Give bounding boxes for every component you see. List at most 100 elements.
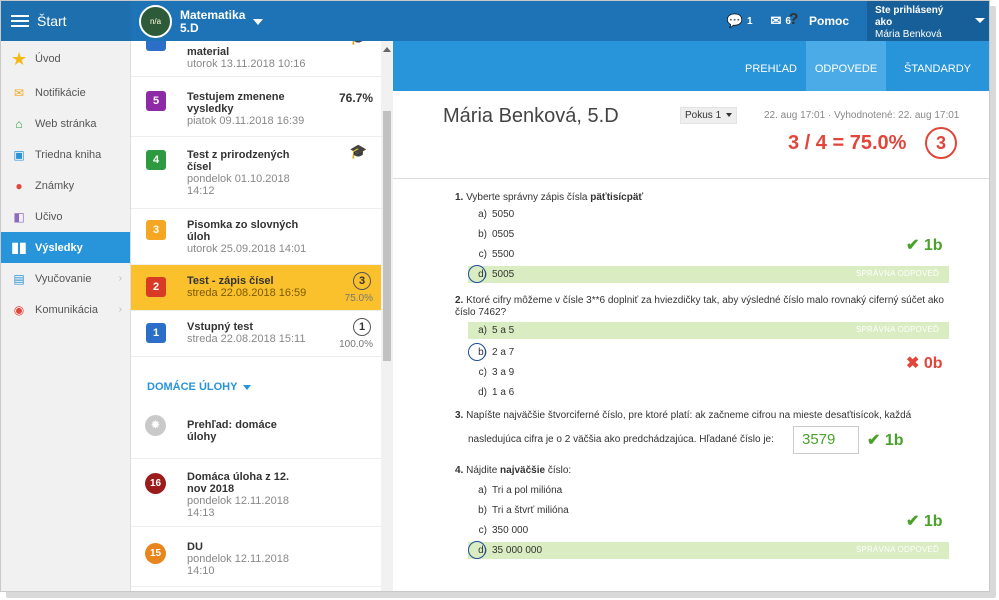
sidebar-item-uvod[interactable]: ★ Úvod bbox=[1, 41, 130, 77]
answer-letter: c) bbox=[478, 367, 487, 378]
answer-option[interactable]: c) 350 000 bbox=[473, 522, 529, 539]
list-item[interactable]: material utorok 13.11.2018 10:16 🎓 bbox=[131, 41, 381, 77]
sidebar-item-triedna-kniha[interactable]: ▣ Triedna kniha bbox=[1, 139, 130, 170]
item-number-badge: 15 bbox=[145, 543, 166, 564]
teaching-icon: ▤ bbox=[13, 271, 25, 286]
item-title: Vstupný test bbox=[187, 321, 254, 333]
list-item[interactable]: 5 Testujem zmenene vysledky piatok 09.11… bbox=[131, 77, 381, 137]
points-value: 1b bbox=[923, 237, 943, 254]
answer-text: 3 a 9 bbox=[492, 367, 515, 378]
hamburger-icon bbox=[11, 15, 29, 27]
item-date: pondelok 01.10.2018 14:12 bbox=[187, 173, 290, 197]
sidebar-item-web-stranka[interactable]: ⌂ Web stránka bbox=[1, 108, 130, 139]
sidebar-item-label: Výsledky bbox=[35, 241, 83, 254]
graduation-cap-icon: 🎓 bbox=[350, 41, 367, 46]
app-window: Štart n/a Matematika 5.D 💬 1 ✉ 6 ?Pomoc bbox=[0, 0, 990, 592]
sidebar-item-label: Úvod bbox=[35, 53, 61, 65]
scroll-thumb[interactable] bbox=[383, 111, 391, 361]
star-icon: ★ bbox=[10, 48, 28, 69]
question-number: 3. bbox=[455, 410, 464, 421]
sidebar-item-ucivo[interactable]: ◧ Učivo bbox=[1, 201, 130, 232]
chevron-down-icon bbox=[975, 18, 985, 23]
homework-title: DOMÁCE ÚLOHY bbox=[147, 381, 238, 393]
item-date: utorok 13.11.2018 10:16 bbox=[187, 58, 306, 70]
answer-option[interactable]: c) 5500 bbox=[473, 246, 515, 263]
answer-input[interactable]: 3579 bbox=[793, 426, 859, 454]
start-button[interactable]: Štart bbox=[1, 1, 131, 41]
sidebar-item-notifikacie[interactable]: ✉ Notifikácie bbox=[1, 77, 130, 108]
item-date: pondelok 12.11.2018 14:10 bbox=[187, 553, 289, 577]
list-item[interactable]: 4 Test z prirodzených čísel pondelok 01.… bbox=[131, 137, 381, 209]
homework-section-toggle[interactable]: DOMÁCE ÚLOHY bbox=[147, 381, 252, 393]
answer-letter: c) bbox=[478, 525, 487, 536]
help-button[interactable]: ? Pomoc bbox=[789, 12, 849, 29]
answer-option-correct[interactable]: a) 5 a 5 bbox=[473, 322, 514, 339]
homework-item[interactable]: ✹ Prehľad: domáce úlohy bbox=[131, 403, 381, 459]
materials-icon: ◧ bbox=[13, 209, 25, 224]
item-date: streda 22.08.2018 16:59 bbox=[187, 287, 307, 299]
selected-answer-mark bbox=[468, 265, 486, 283]
question-2: 2. Ktoré cifry môžeme v čísle 3**6 dopln… bbox=[455, 295, 955, 319]
homework-item[interactable]: 15 DU pondelok 12.11.2018 14:10 bbox=[131, 527, 381, 587]
divider bbox=[393, 178, 989, 179]
answer-option[interactable]: c) 3 a 9 bbox=[473, 364, 515, 381]
check-icon: ✔ bbox=[906, 513, 920, 530]
correct-answer-bar: SPRÁVNA ODPOVEĎ bbox=[468, 322, 949, 339]
attempt-select[interactable]: Pokus 1 bbox=[680, 107, 738, 124]
answer-text: 0505 bbox=[492, 229, 515, 240]
total-score-badge: 3 bbox=[925, 127, 957, 159]
tab-prehlad[interactable]: PREHĽAD bbox=[736, 41, 806, 91]
sidebar-item-vyucovanie[interactable]: ▤ Vyučovanie › bbox=[1, 263, 130, 294]
question-keyword: najväčšie bbox=[500, 465, 546, 476]
scroll-up-icon[interactable] bbox=[383, 47, 391, 52]
home-icon: ⌂ bbox=[15, 116, 23, 131]
list-item[interactable]: 1 Vstupný test streda 22.08.2018 15:11 1… bbox=[131, 311, 381, 357]
answer-option[interactable]: b) 0505 bbox=[473, 226, 514, 243]
homework-item[interactable]: 16 Domáca úloha z 12. nov 2018 pondelok … bbox=[131, 459, 381, 527]
sidebar-item-label: Učivo bbox=[35, 210, 63, 223]
evaluation-meta: 22. aug 17:01 · Vyhodnotené: 22. aug 17:… bbox=[764, 110, 960, 121]
list-scrollbar[interactable] bbox=[381, 41, 393, 591]
sidebar-item-label: Známky bbox=[35, 179, 75, 192]
list-item-selected[interactable]: 2 Test - zápis čísel streda 22.08.2018 1… bbox=[131, 265, 381, 311]
question-points: ✔ 1b bbox=[906, 235, 943, 255]
item-number-badge: 4 bbox=[146, 150, 166, 170]
answer-option[interactable]: a) Tri a pol milióna bbox=[473, 482, 562, 499]
answer-option[interactable]: d) 1 a 6 bbox=[473, 384, 514, 401]
item-title: Test - zápis čísel bbox=[187, 275, 274, 287]
tab-odpovede[interactable]: ODPOVEDE bbox=[806, 41, 886, 91]
messages-button[interactable]: 💬 1 bbox=[727, 13, 753, 29]
sidebar-item-znamky[interactable]: ● Známky bbox=[1, 170, 130, 201]
points-value: 1b bbox=[923, 513, 943, 530]
grades-icon: ● bbox=[15, 178, 23, 193]
points-value: 0b bbox=[923, 355, 943, 372]
bar-chart-icon: ▮▮ bbox=[11, 239, 27, 255]
tab-standardy[interactable]: ŠTANDARDY bbox=[890, 41, 985, 91]
question-points: ✔ 1b bbox=[867, 430, 904, 450]
sidebar-item-vysledky[interactable]: ▮▮ Výsledky bbox=[1, 232, 130, 263]
answer-text: 5005 bbox=[492, 269, 515, 280]
item-date: piatok 09.11.2018 16:39 bbox=[187, 115, 305, 127]
list-item[interactable]: 3 Pisomka zo slovných úloh utorok 25.09.… bbox=[131, 209, 381, 265]
user-menu[interactable]: Ste prihlásený ako Mária Benková bbox=[867, 1, 989, 41]
question-points: ✖ 0b bbox=[906, 353, 943, 373]
start-label: Štart bbox=[37, 13, 67, 29]
close-icon: ✖ bbox=[906, 355, 920, 372]
question-text-end: číslo: bbox=[545, 465, 572, 476]
answer-letter: b) bbox=[478, 505, 487, 516]
student-name: Mária Benková, 5.D bbox=[443, 105, 619, 127]
sidebar-item-komunikacia[interactable]: ◉ Komunikácia › bbox=[1, 294, 130, 325]
answer-text: 5500 bbox=[492, 249, 515, 260]
sidebar-item-label: Komunikácia bbox=[35, 303, 98, 316]
course-selector[interactable]: n/a Matematika 5.D bbox=[139, 5, 264, 38]
answer-letter: a) bbox=[478, 325, 487, 336]
item-title: Prehľad: domáce úlohy bbox=[187, 419, 277, 443]
answer-option[interactable]: a) 5050 bbox=[473, 206, 514, 223]
answer-option[interactable]: b) Tri a štvrť milióna bbox=[473, 502, 569, 519]
correct-answer-label: SPRÁVNA ODPOVEĎ bbox=[855, 545, 939, 554]
question-text: Vyberte správny zápis čísla bbox=[466, 192, 591, 203]
chat-icon: 💬 bbox=[726, 13, 743, 28]
chevron-down-icon bbox=[726, 113, 733, 118]
item-number-badge: 1 bbox=[146, 323, 166, 343]
question-number: 2. bbox=[455, 295, 464, 306]
